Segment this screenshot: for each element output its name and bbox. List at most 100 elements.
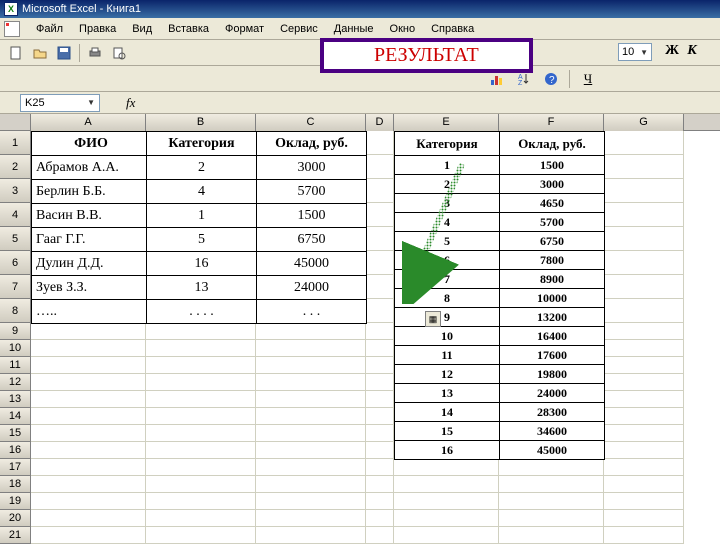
row-header[interactable]: 5 [0,227,31,251]
row-header[interactable]: 10 [0,340,31,357]
menu-insert[interactable]: Вставка [160,20,217,38]
row-header[interactable]: 1 [0,131,31,155]
window-titlebar: X Microsoft Excel - Книга1 [0,0,720,18]
help-icon[interactable]: ? [540,68,562,90]
table-row[interactable]: 34650 [395,194,605,213]
row-header[interactable]: 8 [0,299,31,323]
t1-header-fio[interactable]: ФИО [32,132,147,156]
titlebar-sep: - [97,3,107,15]
chevron-down-icon: ▼ [87,98,95,107]
row-header[interactable]: 15 [0,425,31,442]
row-header[interactable]: 16 [0,442,31,459]
svg-text:?: ? [549,75,555,86]
separator [79,44,80,62]
excel-app-icon: X [4,2,18,16]
preview-icon[interactable] [108,42,130,64]
col-header[interactable]: D [366,114,394,131]
row-header[interactable]: 17 [0,459,31,476]
table-row[interactable]: 1117600 [395,346,605,365]
row-headers: 123456789101112131415161718192021 [0,131,31,544]
print-icon[interactable] [84,42,106,64]
svg-text:Z: Z [518,80,523,86]
row-header[interactable]: 20 [0,510,31,527]
table-row[interactable]: 1219800 [395,365,605,384]
table-row[interactable]: 1428300 [395,403,605,422]
titlebar-app: Microsoft Excel [22,3,97,15]
employee-table: ФИО Категория Оклад, руб. Абрамов А.А.23… [31,131,367,324]
menu-file[interactable]: Файл [28,20,71,38]
workbook-icon[interactable] [4,21,20,37]
table-row[interactable]: 810000 [395,289,605,308]
col-header[interactable]: F [499,114,604,131]
menubar: Файл Правка Вид Вставка Формат Сервис Да… [0,18,720,40]
standard-toolbar: РЕЗУЛЬТАТ 10▼ Ж К [0,40,720,66]
menu-format[interactable]: Формат [217,20,272,38]
table-row[interactable]: 23000 [395,175,605,194]
name-box[interactable]: K25 ▼ [20,94,100,112]
table-row[interactable]: 1534600 [395,422,605,441]
table-row[interactable]: 56750 [395,232,605,251]
menu-window[interactable]: Окно [382,20,424,38]
chevron-down-icon: ▼ [640,48,648,57]
row-header[interactable]: 6 [0,251,31,275]
row-header[interactable]: 3 [0,179,31,203]
t1-header-salary[interactable]: Оклад, руб. [257,132,367,156]
row-header[interactable]: 12 [0,374,31,391]
table-row[interactable]: Васин В.В.11500 [32,204,367,228]
row-header[interactable]: 14 [0,408,31,425]
col-header[interactable]: B [146,114,256,131]
row-header[interactable]: 4 [0,203,31,227]
titlebar-doc: Книга1 [106,3,141,15]
formula-bar: K25 ▼ fx [0,92,720,114]
table-row[interactable]: Зуев З.З.1324000 [32,276,367,300]
col-header[interactable]: E [394,114,499,131]
open-icon[interactable] [29,42,51,64]
menu-help[interactable]: Справка [423,20,482,38]
table-row[interactable]: Абрамов А.А.23000 [32,156,367,180]
row-header[interactable]: 21 [0,527,31,544]
table-row[interactable]: 67800 [395,251,605,270]
row-header[interactable]: 7 [0,275,31,299]
table-row[interactable]: 1324000 [395,384,605,403]
cell-reference: K25 [25,97,45,109]
select-all-corner[interactable] [0,114,31,130]
menu-edit[interactable]: Правка [71,20,124,38]
table-row[interactable]: Берлин Б.Б.45700 [32,180,367,204]
separator [569,70,570,88]
col-header[interactable]: C [256,114,366,131]
col-header[interactable]: A [31,114,146,131]
menu-data[interactable]: Данные [326,20,382,38]
t1-header-category[interactable]: Категория [147,132,257,156]
table-row[interactable]: 45700 [395,213,605,232]
italic-button[interactable]: К [682,43,702,59]
new-icon[interactable] [5,42,27,64]
menu-view[interactable]: Вид [124,20,160,38]
row-header[interactable]: 11 [0,357,31,374]
row-header[interactable]: 13 [0,391,31,408]
t2-header-salary[interactable]: Оклад, руб. [500,132,605,156]
row-header[interactable]: 2 [0,155,31,179]
category-salary-table: Категория Оклад, руб. 115002300034650457… [394,131,605,460]
menu-tools[interactable]: Сервис [272,20,326,38]
table-row[interactable]: Гааг Г.Г.56750 [32,228,367,252]
spreadsheet-grid[interactable]: A B C D E F G 12345678910111213141516171… [0,114,720,544]
autofill-options-icon[interactable] [425,311,441,327]
underline-icon[interactable]: Ч [577,68,599,90]
col-header[interactable]: G [604,114,684,131]
table-row[interactable]: 1016400 [395,327,605,346]
table-row[interactable]: …... . . .. . . [32,300,367,324]
column-headers: A B C D E F G [0,114,720,131]
save-icon[interactable] [53,42,75,64]
t2-header-category[interactable]: Категория [395,132,500,156]
row-header[interactable]: 18 [0,476,31,493]
bold-button[interactable]: Ж [662,43,682,59]
table-row[interactable]: 11500 [395,156,605,175]
row-header[interactable]: 19 [0,493,31,510]
font-size-selector[interactable]: 10▼ [618,43,652,61]
table-row[interactable]: Дулин Д.Д.1645000 [32,252,367,276]
fx-label[interactable]: fx [126,95,135,111]
result-badge: РЕЗУЛЬТАТ [320,38,533,73]
table-row[interactable]: 1645000 [395,441,605,460]
row-header[interactable]: 9 [0,323,31,340]
table-row[interactable]: 78900 [395,270,605,289]
